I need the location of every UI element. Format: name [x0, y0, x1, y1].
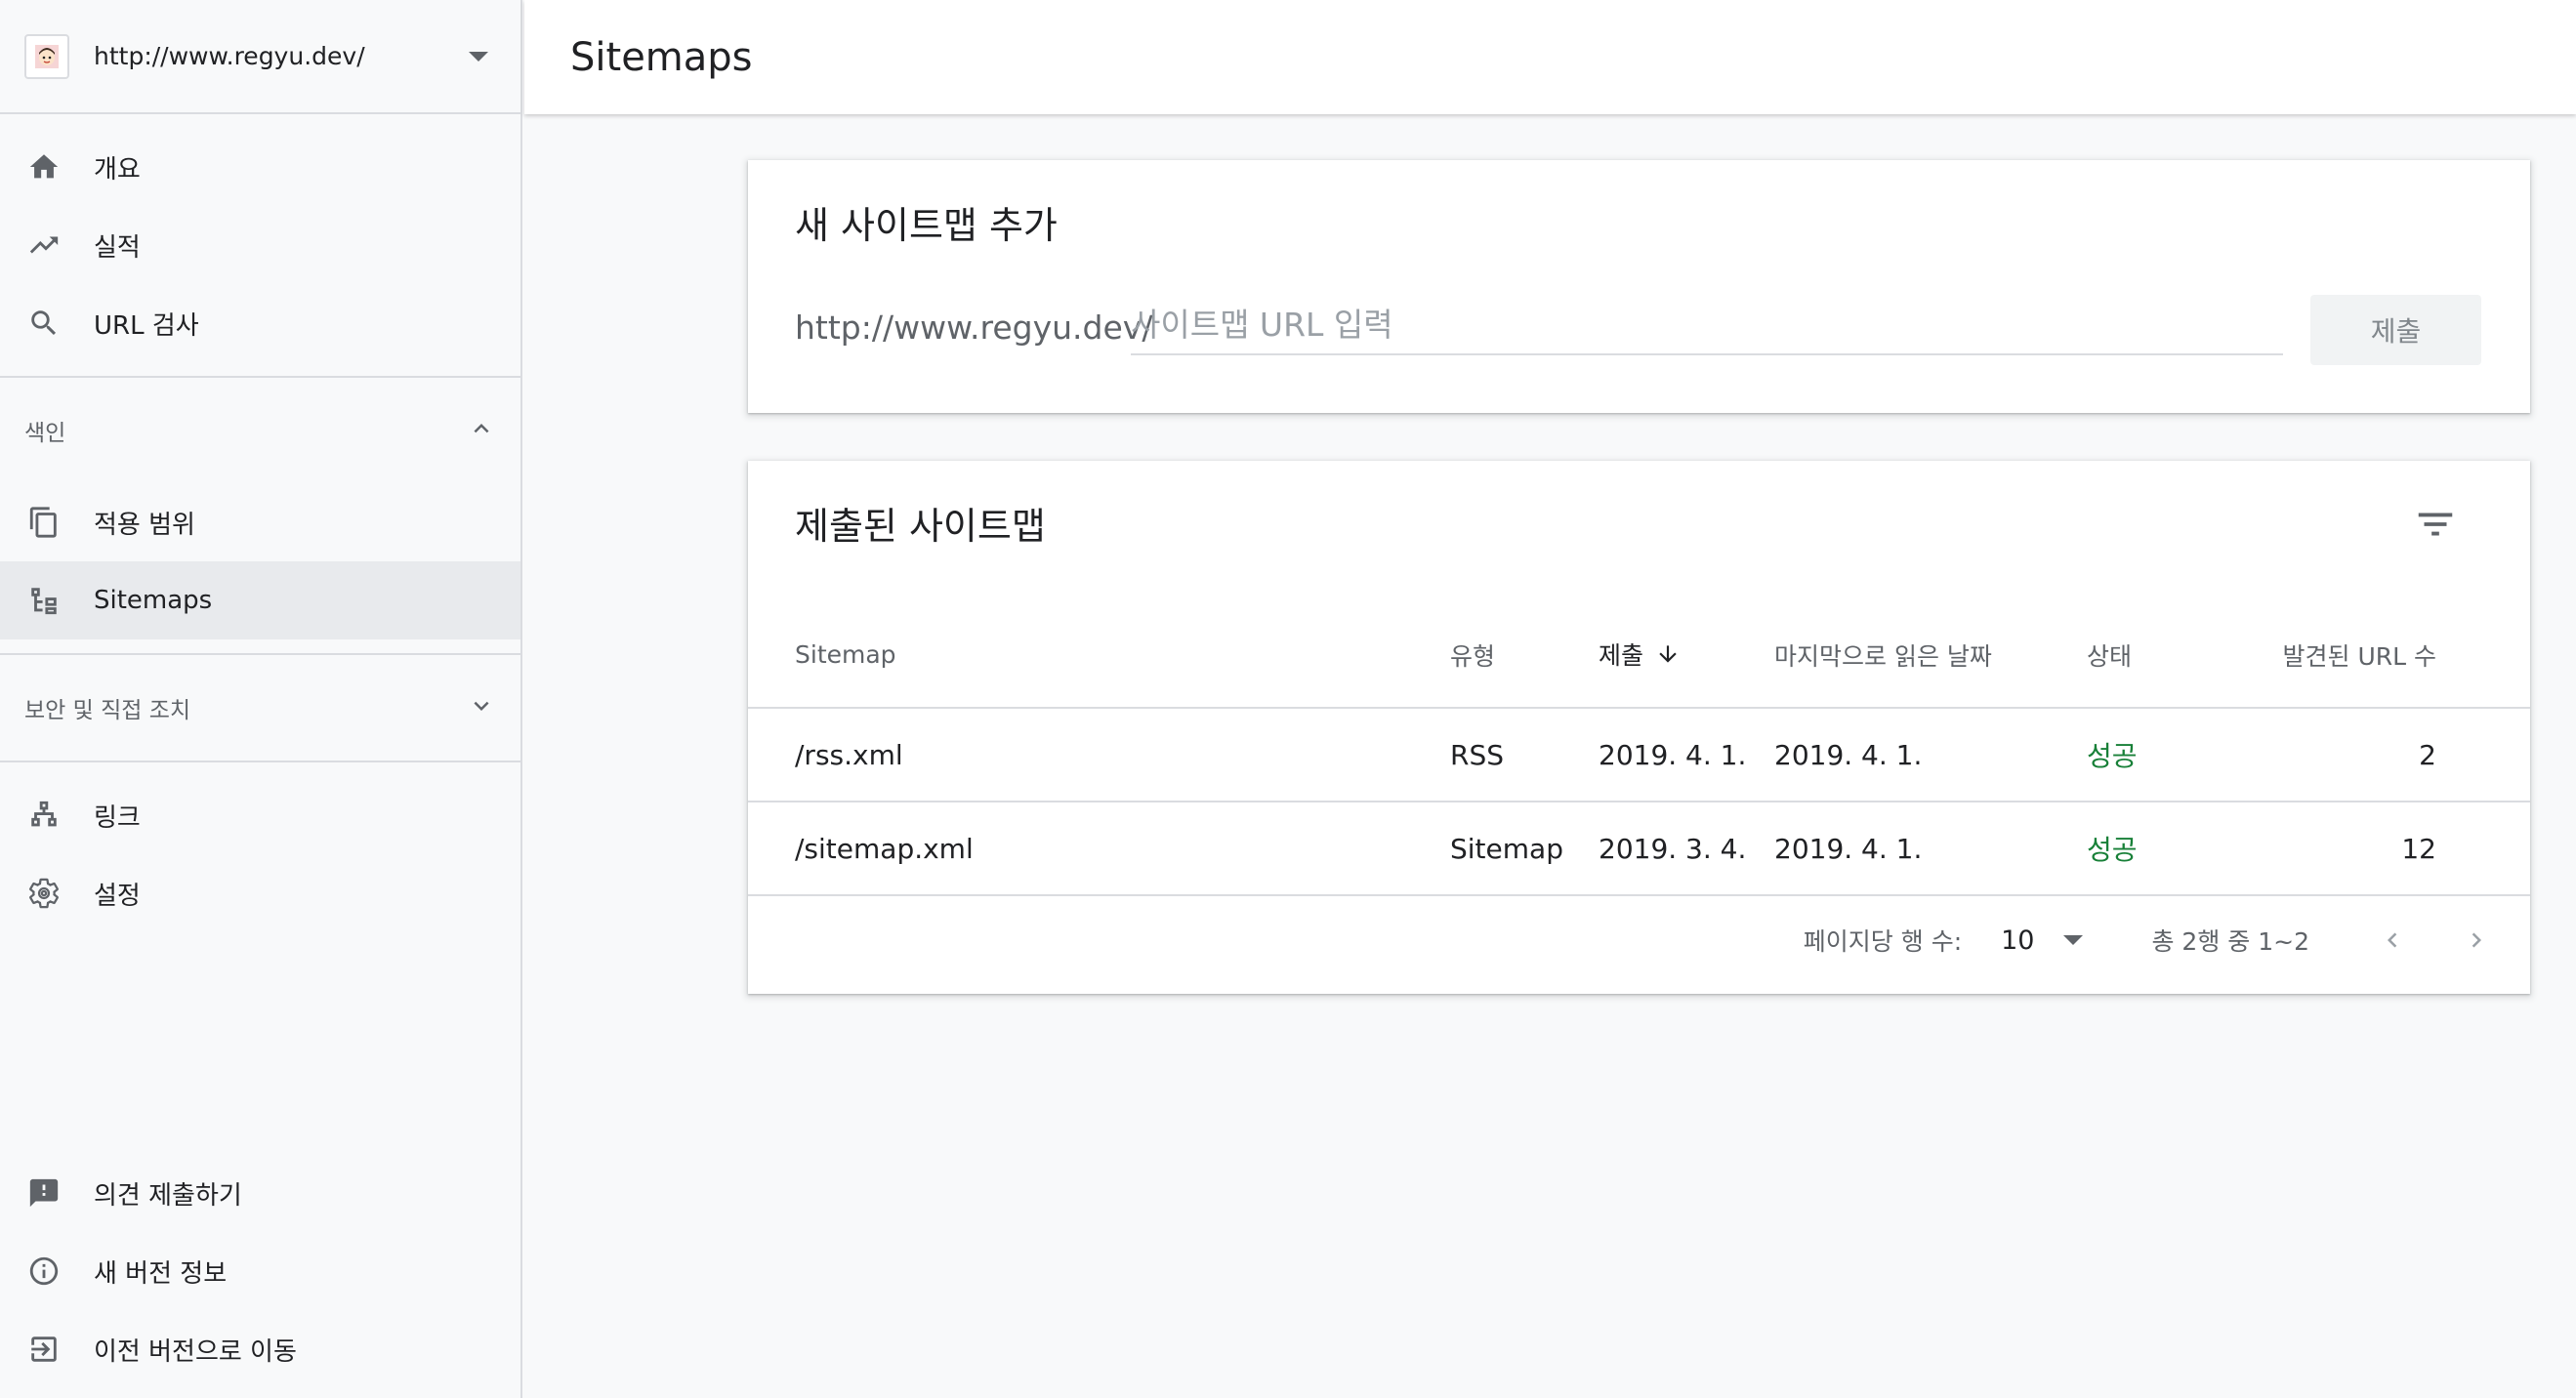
rows-per-page-select[interactable]: 10 [2001, 925, 2034, 956]
next-page-button[interactable] [2462, 921, 2491, 960]
cell-status: 성공 [2087, 801, 2272, 896]
rows-per-page-label: 페이지당 행 수: [1803, 927, 1963, 956]
cell-status: 성공 [2087, 707, 2272, 802]
rows-per-page-dropdown-icon[interactable] [2063, 935, 2084, 945]
feedback-icon [24, 1173, 63, 1213]
nav-security-section: 보안 및 직접 조치 [0, 655, 520, 762]
add-sitemap-card: 새 사이트맵 추가 http://www.regyu.dev/ 제출 [748, 160, 2530, 413]
sidebar: http://www.regyu.dev/ 개요 실적 URL 검사 색인 적용… [0, 0, 522, 1398]
page-header: Sitemaps [524, 0, 2576, 114]
cell-submitted: 2019. 3. 4. [1599, 801, 1774, 896]
page-title: Sitemaps [570, 34, 753, 80]
sidebar-item-label: URL 검사 [94, 310, 199, 341]
sidebar-item-url-inspection[interactable]: URL 검사 [0, 284, 520, 362]
sidebar-item-label: Sitemaps [94, 586, 213, 615]
section-security-label: 보안 및 직접 조치 [24, 698, 191, 723]
sidebar-item-label: 설정 [94, 881, 141, 911]
sitemaps-table: Sitemap 유형 제출 마지막으로 읽은 날짜 상태 발견된 URL 수 /… [748, 602, 2530, 896]
sidebar-item-label: 실적 [94, 232, 141, 263]
section-index-label: 색인 [24, 421, 66, 446]
column-header-type[interactable]: 유형 [1450, 602, 1599, 708]
column-header-sitemap[interactable]: Sitemap [748, 602, 1450, 708]
section-index-toggle[interactable]: 색인 [0, 378, 520, 483]
cell-type: RSS [1450, 707, 1599, 802]
info-icon [24, 1252, 63, 1291]
column-header-discovered-urls[interactable]: 발견된 URL 수 [2272, 602, 2530, 708]
cell-sitemap: /rss.xml [748, 707, 1450, 802]
exit-to-app-icon [24, 1330, 63, 1369]
nav-extra: 링크 설정 [0, 762, 520, 946]
submit-sitemap-button[interactable]: 제출 [2310, 295, 2481, 365]
cell-last-read: 2019. 4. 1. [1774, 801, 2087, 896]
sidebar-item-label: 의견 제출하기 [94, 1180, 242, 1211]
section-security-toggle[interactable]: 보안 및 직접 조치 [0, 655, 520, 761]
cell-sitemap: /sitemap.xml [748, 801, 1450, 896]
sidebar-item-performance[interactable]: 실적 [0, 206, 520, 284]
sidebar-item-old-version[interactable]: 이전 버전으로 이동 [0, 1310, 520, 1388]
cell-type: Sitemap [1450, 801, 1599, 896]
chevron-right-icon [2472, 932, 2481, 948]
table-row[interactable]: /sitemap.xml Sitemap 2019. 3. 4. 2019. 4… [748, 801, 2530, 896]
sitemap-url-input[interactable] [1131, 295, 2283, 355]
submitted-sitemaps-card: 제출된 사이트맵 Sitemap 유형 제출 마지막으로 읽은 날짜 상태 발견… [748, 461, 2530, 994]
cell-last-read: 2019. 4. 1. [1774, 707, 2087, 802]
add-sitemap-title: 새 사이트맵 추가 [795, 204, 1058, 247]
previous-page-button[interactable] [2378, 921, 2407, 960]
sidebar-item-links[interactable]: 링크 [0, 776, 520, 854]
arrow-down-icon [1655, 641, 1681, 673]
copy-icon [24, 503, 63, 542]
gear-icon [24, 874, 63, 913]
chevron-left-icon [2388, 932, 2397, 948]
sidebar-item-label: 새 버전 정보 [94, 1258, 228, 1289]
cell-discovered-urls: 2 [2272, 707, 2530, 802]
column-header-submitted-label: 제출 [1599, 641, 1644, 670]
cell-discovered-urls: 12 [2272, 801, 2530, 896]
sidebar-item-label: 개요 [94, 154, 141, 185]
property-url: http://www.regyu.dev/ [94, 42, 365, 70]
sidebar-item-label: 적용 범위 [94, 510, 195, 540]
nav-main: 개요 실적 URL 검사 [0, 114, 520, 378]
sidebar-item-whats-new[interactable]: 새 버전 정보 [0, 1232, 520, 1310]
home-icon [24, 147, 63, 186]
chevron-down-icon [467, 691, 496, 724]
trending-up-icon [24, 226, 63, 265]
sidebar-item-coverage[interactable]: 적용 범위 [0, 483, 520, 561]
property-dropdown-icon[interactable] [469, 51, 488, 62]
links-icon [24, 796, 63, 835]
sidebar-item-sitemaps[interactable]: Sitemaps [0, 561, 520, 639]
column-header-submitted[interactable]: 제출 [1599, 602, 1774, 708]
property-selector[interactable]: http://www.regyu.dev/ [0, 0, 520, 114]
column-header-status[interactable]: 상태 [2087, 602, 2272, 708]
column-header-last-read[interactable]: 마지막으로 읽은 날짜 [1774, 602, 2087, 708]
sidebar-item-label: 링크 [94, 802, 141, 833]
filter-icon[interactable] [2413, 502, 2458, 547]
sidebar-item-label: 이전 버전으로 이동 [94, 1336, 297, 1367]
nav-index-section: 색인 적용 범위 Sitemaps [0, 378, 520, 655]
pagination-range: 총 2행 중 1~2 [2151, 927, 2309, 956]
sidebar-item-overview[interactable]: 개요 [0, 128, 520, 206]
property-favicon-icon [24, 33, 69, 79]
sidebar-item-settings[interactable]: 설정 [0, 854, 520, 932]
nav-bottom: 의견 제출하기 새 버전 정보 이전 버전으로 이동 [0, 1154, 520, 1398]
sidebar-item-feedback[interactable]: 의견 제출하기 [0, 1154, 520, 1232]
chevron-up-icon [467, 414, 496, 447]
sitemap-url-prefix: http://www.regyu.dev/ [795, 308, 1153, 347]
cell-submitted: 2019. 4. 1. [1599, 707, 1774, 802]
table-header-row: Sitemap 유형 제출 마지막으로 읽은 날짜 상태 발견된 URL 수 [748, 602, 2530, 708]
sitemap-tree-icon [24, 581, 63, 620]
table-row[interactable]: /rss.xml RSS 2019. 4. 1. 2019. 4. 1. 성공 … [748, 707, 2530, 802]
submitted-sitemaps-title: 제출된 사이트맵 [795, 505, 1046, 548]
search-icon [24, 304, 63, 343]
table-pagination: 페이지당 행 수: 10 총 2행 중 1~2 [748, 886, 2530, 994]
